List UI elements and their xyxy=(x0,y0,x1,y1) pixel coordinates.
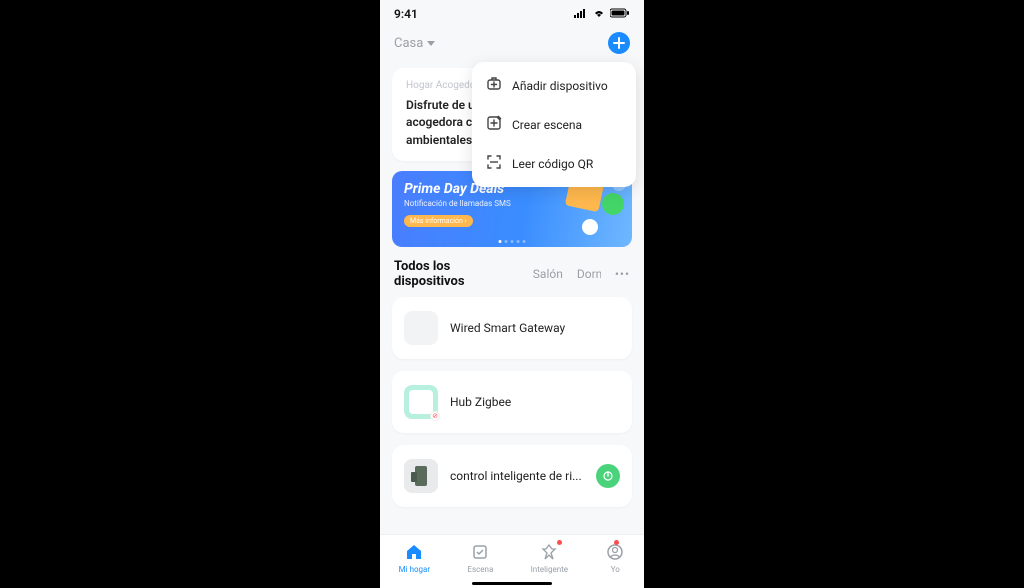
home-selector[interactable]: Casa xyxy=(394,36,435,51)
nav-label: Mi hogar xyxy=(399,565,430,574)
menu-scan-qr[interactable]: Leer código QR xyxy=(472,144,636,183)
device-icon xyxy=(486,76,502,95)
more-icon[interactable]: ••• xyxy=(615,267,630,281)
home-indicator xyxy=(472,582,552,585)
tab-bedroom[interactable]: Dormitorio xyxy=(577,267,601,281)
banner-pagination xyxy=(499,240,526,243)
signal-icon xyxy=(574,7,588,21)
device-list: Wired Smart Gateway ⊘ Hub Zigbee control… xyxy=(380,297,644,507)
nav-label: Escena xyxy=(467,565,493,574)
scene-icon xyxy=(470,542,490,564)
nav-smart[interactable]: Inteligente xyxy=(531,542,568,574)
menu-label: Añadir dispositivo xyxy=(512,79,608,93)
nav-profile[interactable]: Yo xyxy=(605,542,625,574)
phone-frame: 9:41 Casa A xyxy=(380,0,644,588)
room-tabs: Todos los dispositivos Salón Dormitorio … xyxy=(380,259,644,297)
device-name: Hub Zigbee xyxy=(450,395,620,409)
status-time: 9:41 xyxy=(394,7,418,21)
battery-icon xyxy=(610,7,630,21)
add-button[interactable] xyxy=(608,32,630,54)
tab-all-devices[interactable]: Todos los dispositivos xyxy=(394,259,519,289)
nav-label: Yo xyxy=(611,565,620,574)
device-thumbnail xyxy=(404,459,438,493)
device-card[interactable]: ⊘ Hub Zigbee xyxy=(392,371,632,433)
smart-icon xyxy=(539,542,559,564)
menu-label: Leer código QR xyxy=(512,157,593,171)
notification-badge xyxy=(614,540,619,545)
profile-icon xyxy=(605,542,625,564)
nav-label: Inteligente xyxy=(531,565,568,574)
status-indicators xyxy=(574,7,630,21)
header: Casa xyxy=(380,24,644,62)
home-icon xyxy=(404,542,424,564)
menu-add-device[interactable]: Añadir dispositivo xyxy=(472,66,636,105)
device-thumbnail xyxy=(404,311,438,345)
scene-icon xyxy=(486,115,502,134)
status-bar: 9:41 xyxy=(380,0,644,24)
nav-scene[interactable]: Escena xyxy=(467,542,493,574)
device-card[interactable]: Wired Smart Gateway xyxy=(392,297,632,359)
device-thumbnail: ⊘ xyxy=(404,385,438,419)
wifi-icon xyxy=(592,7,606,21)
device-card[interactable]: control inteligente de ri... xyxy=(392,445,632,507)
nav-home[interactable]: Mi hogar xyxy=(399,542,430,574)
tab-living-room[interactable]: Salón xyxy=(533,267,563,281)
power-button[interactable] xyxy=(596,464,620,488)
device-name: control inteligente de ri... xyxy=(450,469,584,483)
bottom-nav: Mi hogar Escena Inteligente Yo xyxy=(380,534,644,588)
menu-create-scene[interactable]: Crear escena xyxy=(472,105,636,144)
qr-icon xyxy=(486,154,502,173)
home-label: Casa xyxy=(394,36,423,51)
banner-subtitle: Notificación de llamadas SMS xyxy=(404,199,620,208)
chevron-down-icon xyxy=(427,36,435,51)
device-name: Wired Smart Gateway xyxy=(450,321,620,335)
banner-cta[interactable]: Más información › xyxy=(404,215,473,227)
add-dropdown: Añadir dispositivo Crear escena Leer cód… xyxy=(472,62,636,187)
notification-badge xyxy=(557,540,562,545)
menu-label: Crear escena xyxy=(512,118,582,132)
